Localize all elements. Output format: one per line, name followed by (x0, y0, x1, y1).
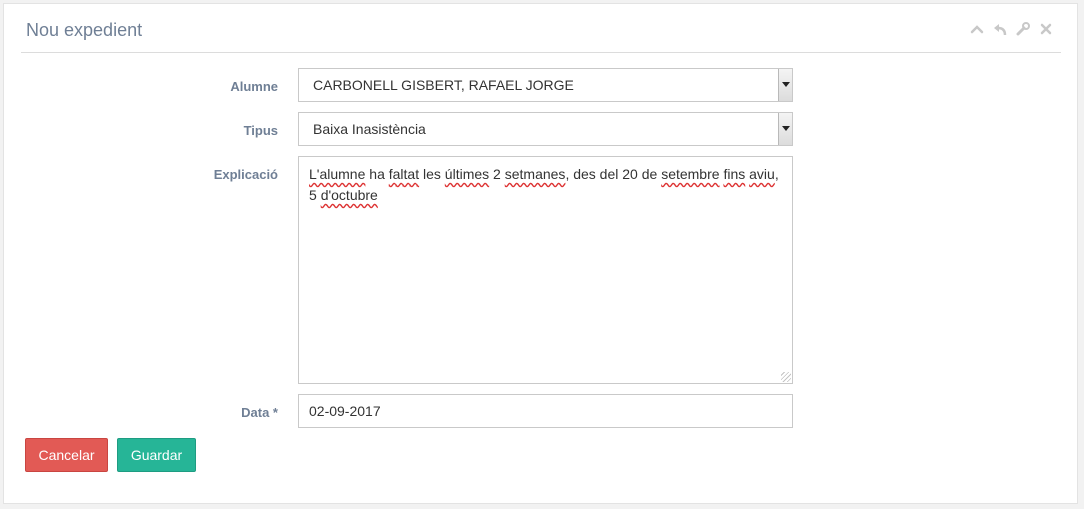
close-icon[interactable] (1039, 22, 1053, 36)
alumne-value: CARBONELL GISBERT, RAFAEL JORGE (313, 77, 574, 93)
alumne-label: Alumne (230, 79, 278, 94)
tipus-select[interactable]: Baixa Inasistència (298, 112, 793, 146)
panel-title: Nou expedient (26, 20, 143, 40)
save-button[interactable]: Guardar (117, 438, 196, 472)
explicacio-text: L'alumne ha faltat les últimes 2 setmane… (309, 166, 779, 203)
widget-toolbar (970, 21, 1053, 37)
date-input[interactable]: 02-09-2017 (298, 394, 793, 428)
chevron-down-icon[interactable] (778, 113, 792, 145)
resize-handle[interactable] (781, 372, 791, 382)
reply-icon[interactable] (993, 22, 1007, 36)
chevron-up-icon[interactable] (970, 22, 984, 36)
alumne-select[interactable]: CARBONELL GISBERT, RAFAEL JORGE (298, 68, 793, 102)
wrench-icon[interactable] (1016, 22, 1030, 36)
chevron-down-icon[interactable] (778, 69, 792, 101)
explicacio-textarea[interactable]: L'alumne ha faltat les últimes 2 setmane… (298, 156, 793, 384)
tipus-label: Tipus (243, 123, 278, 138)
date-value: 02-09-2017 (309, 403, 381, 419)
panel-header: Nou expedient (21, 4, 1061, 53)
data-label: Data * (241, 405, 278, 420)
explicacio-label: Explicació (213, 167, 278, 182)
cancel-button[interactable]: Cancelar (25, 438, 108, 472)
tipus-value: Baixa Inasistència (313, 121, 426, 137)
